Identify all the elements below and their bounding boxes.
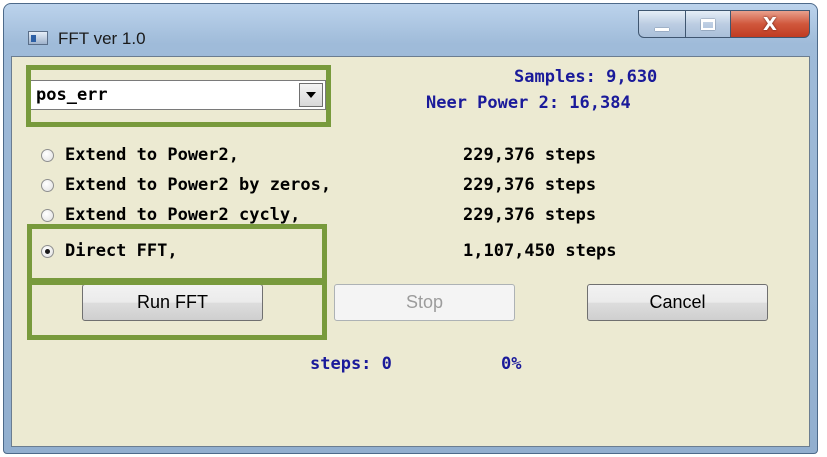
radio-button[interactable] [41,148,54,162]
signal-select[interactable]: pos_err [29,80,326,110]
radio-button-checked[interactable] [41,244,54,258]
close-icon: X [763,13,777,35]
radio-button[interactable] [41,208,54,222]
option-extend-power2-cycly[interactable]: Extend to Power2 cycly, [41,203,300,227]
cancel-button[interactable]: Cancel [587,284,768,321]
samples-label: Samples: 9,630 [514,67,658,87]
minimize-button[interactable] [638,10,686,38]
minimize-icon [655,27,669,31]
signal-select-value: pos_err [36,85,108,105]
maximize-icon [701,18,715,30]
close-button[interactable]: X [730,10,810,38]
maximize-button[interactable] [685,10,731,38]
steps-counter: steps: 0 [310,354,392,374]
option-steps: 229,376 steps [463,175,597,195]
app-window: FFT ver 1.0 X [3,3,818,454]
stop-button[interactable]: Stop [334,284,515,321]
radio-button[interactable] [41,178,54,192]
near-power2-label: Neer Power 2: 16,384 [426,93,631,113]
chevron-down-icon [306,92,316,98]
option-extend-power2-zeros[interactable]: Extend to Power2 by zeros, [41,173,331,197]
progress-percent: 0% [501,354,522,374]
run-fft-button[interactable]: Run FFT [82,284,263,321]
option-direct-fft[interactable]: Direct FFT, [41,239,178,263]
window-title: FFT ver 1.0 [58,29,146,48]
option-steps: 229,376 steps [463,145,597,165]
option-steps: 229,376 steps [463,205,597,225]
option-label: Extend to Power2 by zeros, [65,175,332,195]
dropdown-arrow-button[interactable] [299,83,323,107]
option-label: Extend to Power2, [65,145,239,165]
option-label: Direct FFT, [65,241,178,261]
title-bar[interactable]: FFT ver 1.0 X [4,4,817,56]
option-steps: 1,107,450 steps [463,241,617,261]
option-extend-power2[interactable]: Extend to Power2, [41,143,239,167]
option-label: Extend to Power2 cycly, [65,205,301,225]
app-icon[interactable] [28,31,48,45]
